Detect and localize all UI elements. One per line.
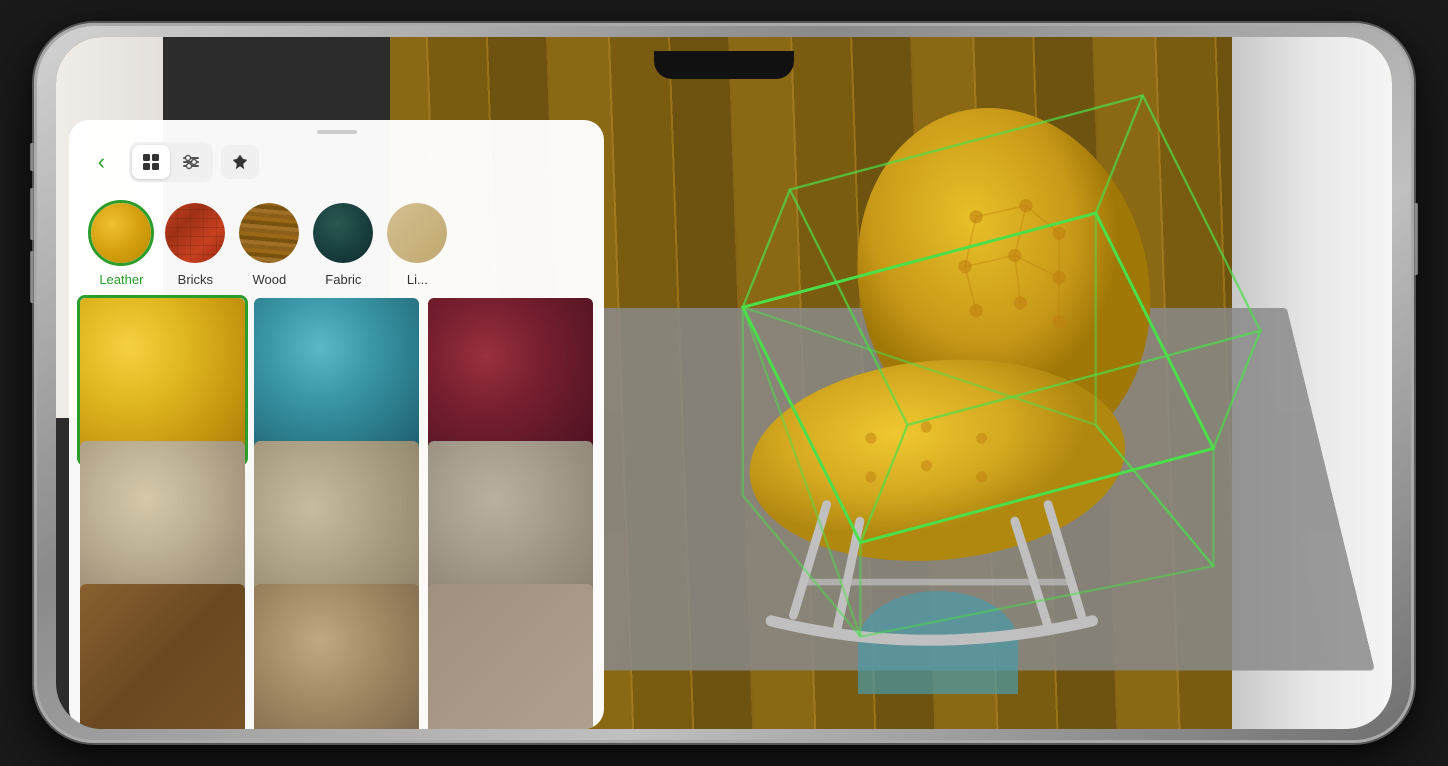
category-item-wood[interactable]: Wood <box>233 200 305 287</box>
category-circle-li <box>384 200 450 266</box>
li-preview <box>387 203 447 263</box>
fabric-preview <box>313 203 373 263</box>
bottom-partial-swatch <box>428 584 593 729</box>
category-label-fabric: Fabric <box>325 272 361 287</box>
phone-wrapper: ‹ <box>34 23 1414 743</box>
texture-brown1[interactable] <box>77 581 248 729</box>
category-item-li[interactable]: Li... <box>381 200 453 287</box>
category-item-bricks[interactable]: Bricks <box>159 200 231 287</box>
category-label-li: Li... <box>407 272 428 287</box>
back-button[interactable]: ‹ <box>85 146 117 178</box>
category-circle-fabric <box>310 200 376 266</box>
category-label-wood: Wood <box>252 272 286 287</box>
drag-handle <box>317 130 357 134</box>
category-circle-leather <box>88 200 154 266</box>
chair <box>590 106 1285 660</box>
texture-grid <box>69 295 603 729</box>
tan-swatch <box>254 584 419 729</box>
volume-up-button <box>30 188 34 240</box>
category-circle-wood <box>236 200 302 266</box>
category-item-leather[interactable]: Leather <box>85 200 157 287</box>
category-label-leather: Leather <box>99 272 143 287</box>
filter-button[interactable] <box>172 145 210 179</box>
power-button <box>1414 203 1418 275</box>
texture-tan1[interactable] <box>251 581 422 729</box>
bricks-preview <box>165 203 225 263</box>
panel-toolbar: ‹ <box>69 142 603 192</box>
volume-mute-button <box>30 143 34 171</box>
wood-preview <box>239 203 299 263</box>
category-item-fabric[interactable]: Fabric <box>307 200 379 287</box>
toolbar-button-group <box>129 142 213 182</box>
leather-preview <box>91 203 151 263</box>
texture-bottom[interactable] <box>425 581 596 729</box>
material-panel: ‹ <box>69 120 603 729</box>
category-label-bricks: Bricks <box>178 272 213 287</box>
pin-button[interactable] <box>221 145 259 179</box>
volume-down-button <box>30 251 34 303</box>
category-circle-bricks <box>162 200 228 266</box>
brown-swatch <box>80 584 245 729</box>
category-scroll: Leather Bricks Wood <box>69 192 603 295</box>
phone-screen: ‹ <box>56 37 1392 729</box>
grid-view-button[interactable] <box>132 145 170 179</box>
phone-notch <box>654 51 794 79</box>
ar-scene: ‹ <box>56 37 1392 729</box>
